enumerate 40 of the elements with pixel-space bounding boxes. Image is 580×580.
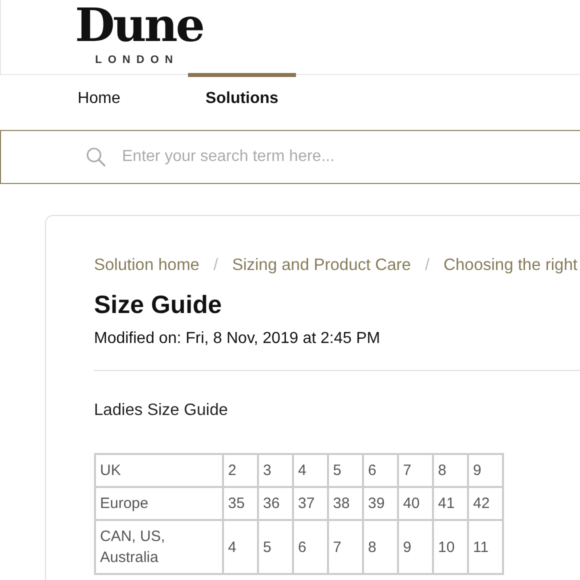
table-cell: 40 (398, 487, 433, 520)
table-cell: 6 (363, 454, 398, 487)
table-cell: 37 (293, 487, 328, 520)
table-cell: 6 (293, 520, 328, 574)
modified-date: Modified on: Fri, 8 Nov, 2019 at 2:45 PM (94, 330, 382, 348)
table-cell: 41 (433, 487, 468, 520)
table-cell: 38 (328, 487, 363, 520)
table-cell: 8 (363, 520, 398, 574)
nav-tab[interactable]: Solutions (188, 73, 296, 113)
table-cell: 7 (398, 454, 433, 487)
table-cell: 7 (328, 520, 363, 574)
breadcrumb-link[interactable]: Choosing the right (444, 256, 578, 275)
table-cell: 8 (433, 454, 468, 487)
table-cell: 11 (468, 520, 503, 574)
breadcrumb-separator: / (424, 256, 430, 275)
table-cell: 36 (258, 487, 293, 520)
breadcrumb-separator: / (214, 256, 218, 275)
breadcrumb-link[interactable]: Sizing and Product Care (232, 256, 411, 275)
table-cell: 5 (328, 454, 363, 487)
table-cell: 10 (433, 520, 468, 574)
table-cell: Europe (95, 487, 223, 520)
table-cell: 2 (223, 454, 258, 487)
article-title: Size Guide (94, 291, 223, 320)
table-cell: CAN, US, Australia (95, 520, 223, 574)
table-cell: 3 (258, 454, 293, 487)
table-cell: 5 (258, 520, 293, 574)
table-cell: 39 (363, 487, 398, 520)
logo-tagline: LONDON (95, 54, 179, 66)
table-cell: 35 (223, 487, 258, 520)
table-cell: UK (95, 454, 223, 487)
search-field[interactable]: Enter your search term here... (0, 130, 580, 184)
table-cell: 9 (398, 520, 433, 574)
table-cell: 4 (223, 520, 258, 574)
table-cell: 42 (468, 487, 503, 520)
breadcrumb-link[interactable]: Solution home (94, 256, 200, 275)
section-heading: Ladies Size Guide (94, 401, 229, 420)
nav-tab[interactable]: Home (60, 73, 138, 113)
logo-wordmark[interactable]: Dune (74, 0, 204, 50)
table-cell: 9 (468, 454, 503, 487)
table-cell: 4 (293, 454, 328, 487)
